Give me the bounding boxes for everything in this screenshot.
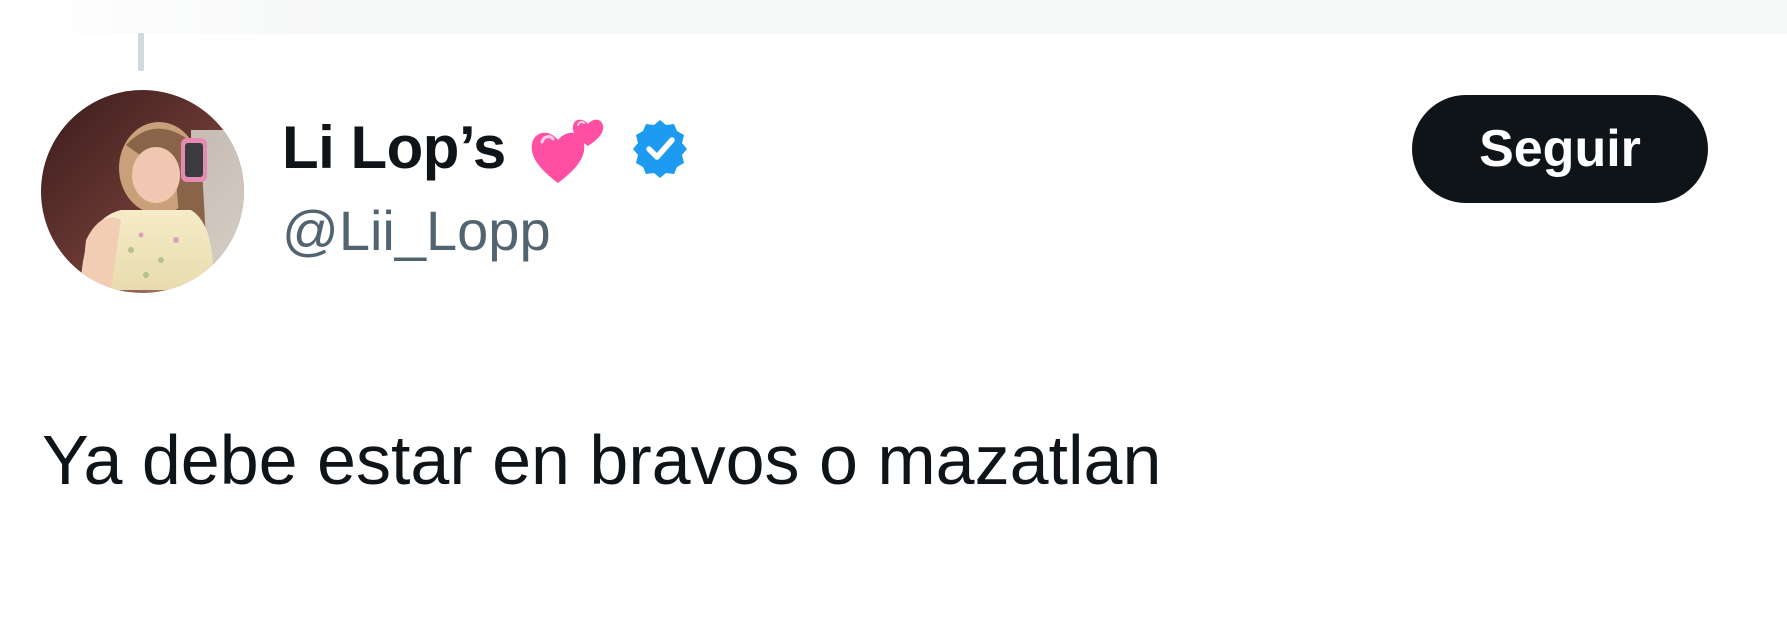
author-display-name[interactable]: Li Lop’s — [282, 118, 506, 178]
follow-button[interactable]: Seguir — [1412, 95, 1708, 203]
thread-connector-line — [138, 33, 144, 71]
tweet-screenshot: Li Lop’s @Lii_Lopp Seguir Ya debe estar … — [0, 0, 1787, 620]
author-handle[interactable]: @Lii_Lopp — [282, 200, 551, 262]
avatar-photo — [41, 90, 244, 293]
tweet-text: Ya debe estar en bravos o mazatlan — [42, 421, 1162, 499]
previous-tweet-edge — [0, 0, 1787, 34]
avatar[interactable] — [41, 90, 244, 293]
verified-badge-icon[interactable] — [630, 118, 690, 178]
author-name-row[interactable]: Li Lop’s — [282, 108, 690, 188]
two-hearts-icon — [528, 108, 608, 188]
